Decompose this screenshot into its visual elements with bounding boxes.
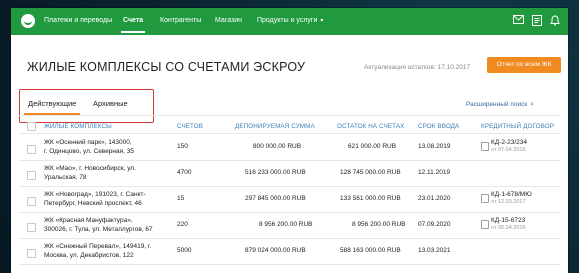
deadline-date: 12.11.2019 (418, 169, 451, 176)
screen-background: Платежи и переводы Счета Контрагенты Маг… (0, 0, 579, 273)
accounts-count: 220 (177, 221, 188, 228)
bell-icon[interactable] (549, 15, 561, 27)
deposit-amount: 516 233 000.00 RUB (245, 169, 306, 176)
column-header-balance[interactable]: ОСТАТОК НА СЧЕТАХ (337, 123, 404, 130)
contract-number[interactable]: КД-1-678/МЮ (491, 191, 532, 198)
deposit-amount: 879 024 000.00 RUB (245, 247, 306, 254)
search-icon: ⌕ (530, 101, 535, 108)
nav-products[interactable]: Продукты и услуги ▾ (257, 17, 323, 24)
advanced-search-label: Расширенный поиск (466, 101, 528, 108)
row-checkbox[interactable] (27, 223, 36, 232)
row-divider (19, 264, 560, 265)
contract-document-icon (481, 220, 489, 229)
row-divider (19, 160, 560, 161)
select-all-checkbox[interactable] (27, 122, 36, 131)
accounts-count: 150 (177, 143, 188, 150)
row-checkbox[interactable] (27, 171, 36, 180)
row-divider (19, 212, 560, 213)
row-checkbox[interactable] (27, 249, 36, 258)
balance-update-date: Актуализация остатков: 17.10.2017 (364, 64, 471, 71)
contract-number[interactable]: КД-2-23/234 (491, 139, 527, 146)
row-divider (19, 186, 560, 187)
page-title: ЖИЛЫЕ КОМПЛЕКСЫ СО СЧЕТАМИ ЭСКРОУ (27, 60, 306, 74)
deposit-amount: 8 956 200.00 RUB (259, 221, 313, 228)
deposit-amount: 297 845 000.00 RUB (245, 195, 306, 202)
main-content-card: ЖИЛЫЕ КОМПЛЕКСЫ СО СЧЕТАМИ ЭСКРОУ Актуал… (11, 35, 568, 273)
deposit-amount: 800 000.00 RUB (253, 143, 302, 150)
nav-accounts[interactable]: Счета (120, 17, 146, 33)
accounts-count: 5000 (177, 247, 192, 254)
column-header-accounts[interactable]: СЧЕТОВ (177, 123, 203, 130)
contract-date: от 05.04.2016 (491, 225, 526, 231)
complex-name-line1[interactable]: ЖК «Снежный Перевал», 149419, г. (44, 242, 151, 251)
row-checkbox[interactable] (27, 145, 36, 154)
contract-document-icon (481, 142, 489, 151)
row-divider (19, 238, 560, 239)
document-icon[interactable] (531, 15, 543, 27)
tab-archive[interactable]: Архивные (93, 99, 128, 108)
column-header-complexes[interactable]: ЖИЛЫЕ КОМПЛЕКСЫ (44, 123, 112, 130)
complex-name-line2: Петербург, Невский проспект, 46 (44, 200, 142, 207)
column-header-credit-contract[interactable]: КРЕДИТНЫЙ ДОГОВОР (481, 123, 554, 130)
deadline-date: 23.01.2020 (418, 195, 451, 202)
balance-amount: 133 561 000.00 RUB (340, 195, 401, 202)
deadline-date: 07.09.2020 (418, 221, 451, 228)
complex-name-line1[interactable]: ЖК «Красная Мануфактура», (44, 216, 133, 225)
header-divider (19, 133, 560, 134)
nav-counterparties[interactable]: Контрагенты (160, 17, 201, 24)
tabs-highlight-box: Действующие Архивные (19, 89, 154, 123)
sberbank-logo-icon[interactable] (21, 14, 35, 28)
contract-number[interactable]: КД-15-6723 (491, 217, 525, 224)
nav-products-label: Продукты и услуги (257, 17, 318, 24)
report-all-complexes-button[interactable]: Отчет по всем ЖК (487, 57, 561, 73)
tabs-divider (19, 115, 560, 116)
complex-name-line1[interactable]: ЖК «Мао», г. Новосибирск, ул. (44, 164, 136, 173)
complex-name-line1[interactable]: ЖК «Осенний парк», 143000, (44, 138, 132, 147)
complex-name-line2: г. Одинцово, ул. Северная, 35 (44, 148, 134, 155)
row-checkbox[interactable] (27, 197, 36, 206)
column-header-deadline[interactable]: СРОК ВВОДА (418, 123, 459, 130)
deadline-date: 13.03.2021 (418, 247, 451, 254)
bank-app-window: Платежи и переводы Счета Контрагенты Маг… (11, 8, 568, 273)
complex-name-line2: Уральская, 78 (44, 174, 87, 181)
nav-shop[interactable]: Магазин (215, 17, 242, 24)
accounts-count: 4700 (177, 169, 192, 176)
complex-name-line2: 300026, г. Тула, ул. Металлургов, 67 (44, 226, 153, 233)
column-header-deposit[interactable]: ДЕПОНИРУЕМАЯ СУММА (235, 123, 315, 130)
advanced-search-link[interactable]: Расширенный поиск ⌕ (466, 101, 534, 109)
balance-amount: 128 745 000.00 RUB (340, 169, 401, 176)
balance-amount: 8 956 200.00 RUB (352, 221, 406, 228)
contract-date: от 12.03.2017 (491, 199, 526, 205)
chevron-down-icon: ▾ (320, 18, 324, 24)
complex-name-line2: Москва, ул. Декабристов, 122 (44, 252, 134, 259)
tab-active[interactable]: Действующие (23, 99, 81, 115)
balance-amount: 588 163 000.00 RUB (340, 247, 401, 254)
top-navigation: Платежи и переводы Счета Контрагенты Маг… (11, 8, 568, 35)
contract-date: от 07.04.2016 (491, 147, 526, 153)
mail-icon[interactable] (512, 15, 524, 27)
deadline-date: 13.08.2019 (418, 143, 451, 150)
balance-amount: 621 000.00 RUB (348, 143, 397, 150)
contract-document-icon (481, 194, 489, 203)
nav-payments[interactable]: Платежи и переводы (44, 17, 112, 24)
accounts-count: 15 (177, 195, 185, 202)
complex-name-line1[interactable]: ЖК «Новоград», 191023, г. Санкт- (44, 190, 146, 199)
